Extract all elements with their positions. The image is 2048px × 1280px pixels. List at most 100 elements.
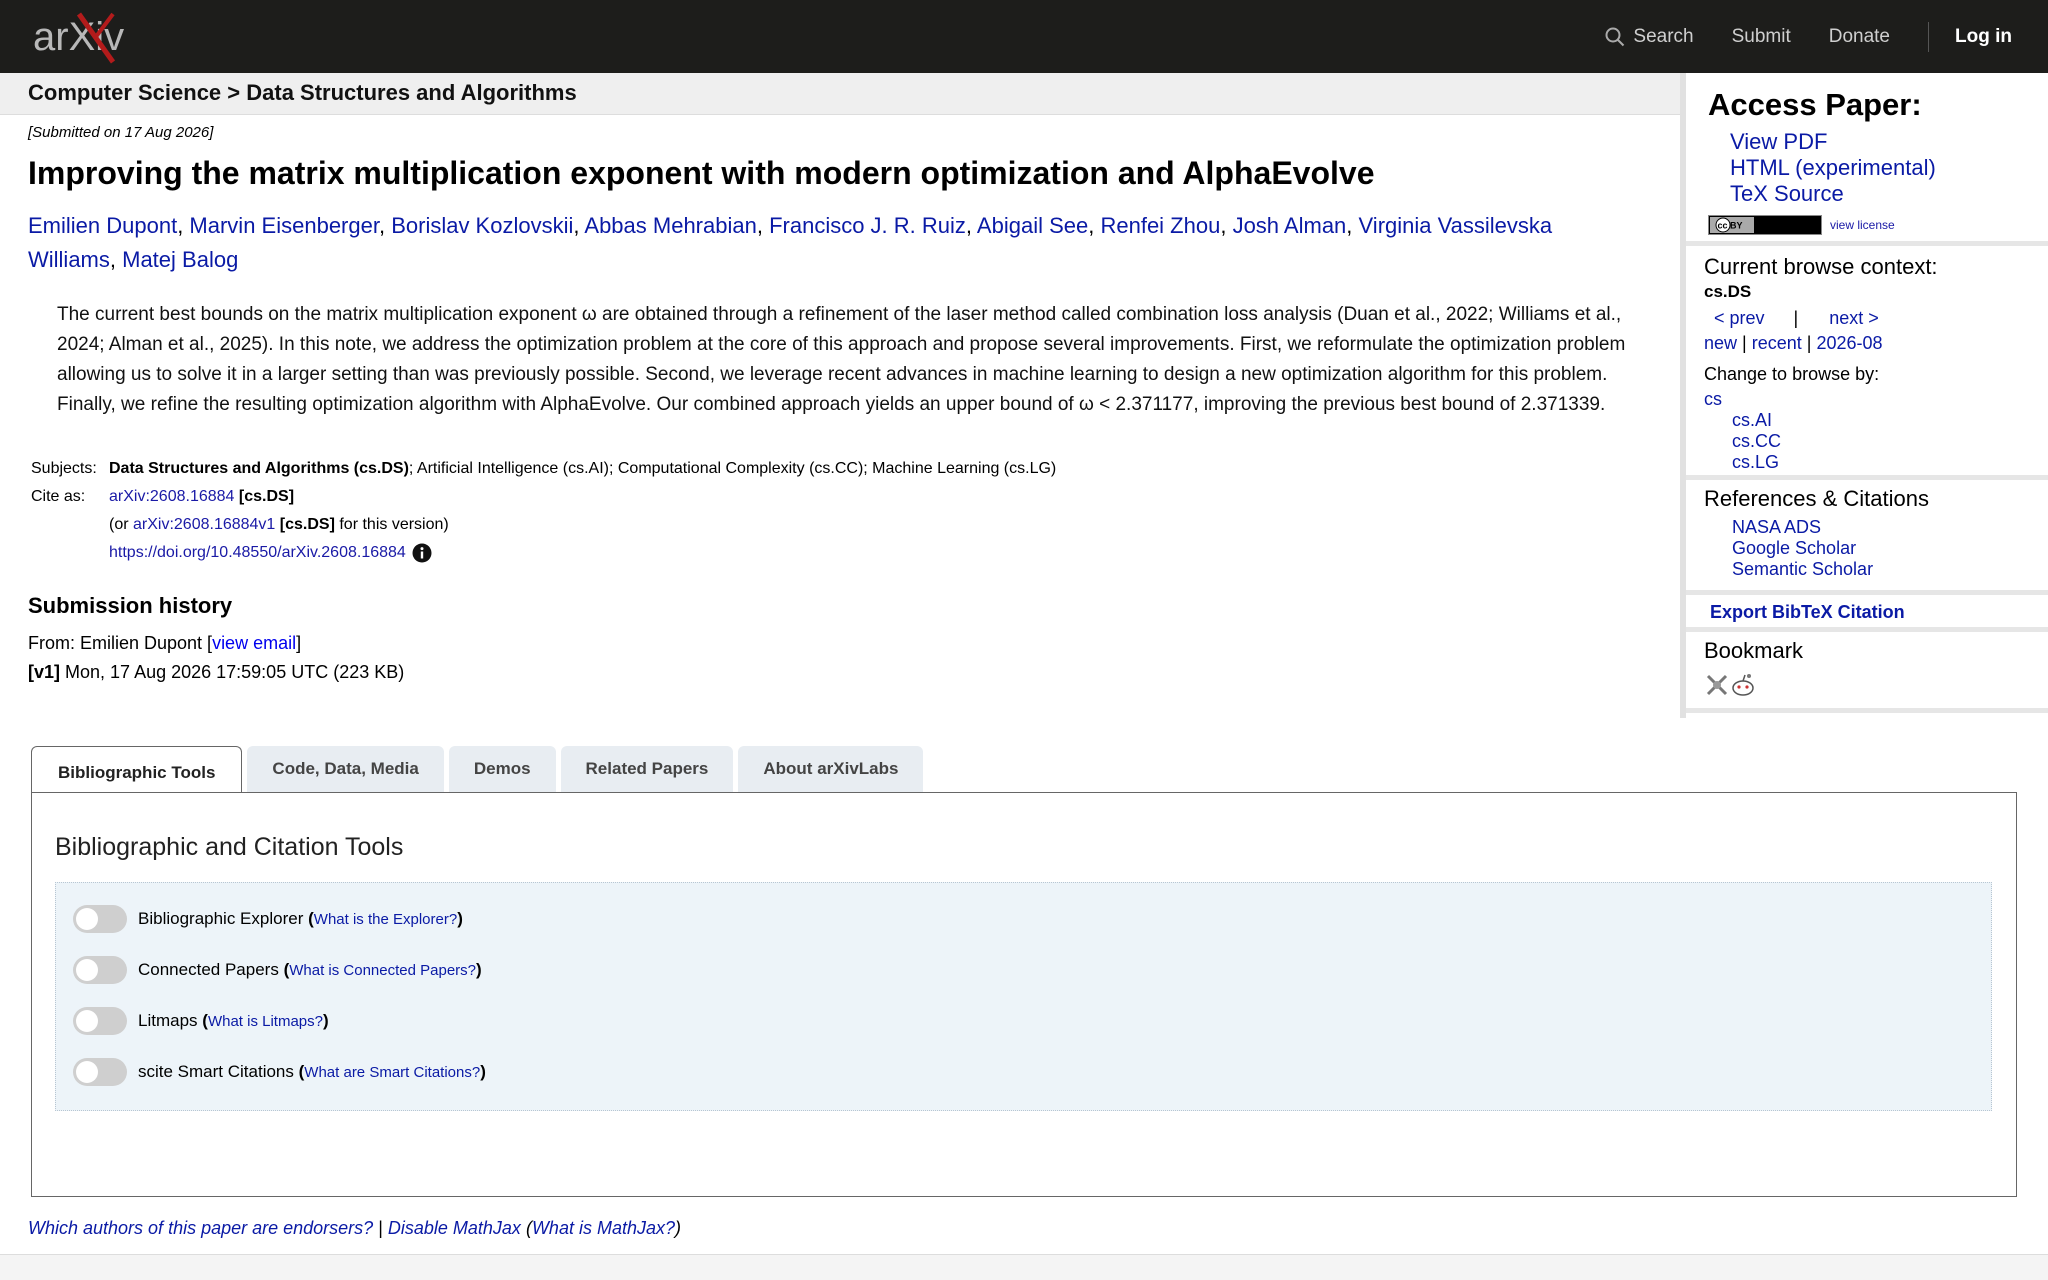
cite-row: Cite as: arXiv:2608.16884 [cs.DS]	[28, 483, 1648, 511]
view-email-link[interactable]: view email	[212, 633, 296, 653]
author-link[interactable]: Renfei Zhou	[1100, 213, 1220, 238]
abstract: The current best bounds on the matrix mu…	[57, 304, 1626, 415]
access-paper-title: Access Paper:	[1708, 87, 1922, 122]
tab-code-data-media[interactable]: Code, Data, Media	[247, 746, 444, 792]
bookmark-box: Bookmark	[1686, 632, 2048, 713]
author-link[interactable]: Abbas Mehrabian	[584, 213, 756, 238]
tab-bibliographic-tools[interactable]: Bibliographic Tools	[31, 746, 243, 793]
author-link[interactable]: Matej Balog	[122, 247, 238, 272]
prev-next-nav: < prev | next >	[1704, 308, 2048, 329]
litmaps-help-link[interactable]: What is Litmaps?	[208, 1013, 323, 1030]
labs-tabs: Bibliographic Tools Code, Data, Media De…	[31, 746, 928, 793]
disable-mathjax-link[interactable]: Disable MathJax	[388, 1218, 521, 1238]
author-link[interactable]: Borislav Kozlovskii	[391, 213, 573, 238]
browse-cs-link[interactable]: cs	[1704, 389, 1722, 409]
author-list: Emilien Dupont, Marvin Eisenberger, Bori…	[28, 213, 1553, 272]
bottom-strip	[0, 1254, 2048, 1280]
prev-link[interactable]: < prev	[1714, 308, 1765, 328]
cite-version-value: (or arXiv:2608.16884v1 [cs.DS] for this …	[109, 516, 449, 533]
connected-papers-toggle[interactable]	[73, 956, 127, 984]
new-link[interactable]: new	[1704, 333, 1737, 353]
browse-cs-lg-link[interactable]: cs.LG	[1732, 452, 2048, 473]
listing-links: new | recent | 2026-08	[1704, 333, 1883, 353]
access-links: View PDF HTML (experimental) TeX Source	[1730, 129, 2048, 207]
tab-demos[interactable]: Demos	[448, 746, 556, 792]
explorer-help-link[interactable]: What is the Explorer?	[314, 911, 457, 928]
author-link[interactable]: Josh Alman	[1233, 213, 1347, 238]
breadcrumb-bar: Computer Science > Data Structures and A…	[0, 73, 1680, 115]
browse-context-title: Current browse context:	[1704, 254, 1938, 279]
panel-title: Bibliographic and Citation Tools	[55, 833, 404, 861]
month-link[interactable]: 2026-08	[1816, 333, 1882, 353]
tab-panel: Bibliographic and Citation Tools Bibliog…	[31, 792, 2017, 1197]
view-pdf-link[interactable]: View PDF	[1730, 129, 2048, 155]
semantic-scholar-link[interactable]: Semantic Scholar	[1732, 559, 2048, 580]
tex-source-link[interactable]: TeX Source	[1730, 181, 2048, 207]
toggle-row-connected-papers: Connected Papers (What is Connected Pape…	[73, 956, 482, 984]
export-bibtex-link[interactable]: Export BibTeX Citation	[1710, 602, 1905, 622]
submitted-date: [Submitted on 17 Aug 2026]	[28, 124, 214, 141]
html-link[interactable]: HTML (experimental)	[1730, 155, 2048, 181]
toggle-row-scite: scite Smart Citations (What are Smart Ci…	[73, 1058, 486, 1086]
litmaps-toggle[interactable]	[73, 1007, 127, 1035]
browse-cs-cc-link[interactable]: cs.CC	[1732, 431, 2048, 452]
scite-toggle[interactable]	[73, 1058, 127, 1086]
paper-title: Improving the matrix multiplication expo…	[28, 155, 1375, 191]
info-icon[interactable]	[412, 543, 432, 563]
cite-version-row: (or arXiv:2608.16884v1 [cs.DS] for this …	[28, 511, 1648, 539]
scite-help-link[interactable]: What are Smart Citations?	[304, 1064, 480, 1081]
tab-about-arxivlabs[interactable]: About arXivLabs	[738, 746, 924, 792]
connected-papers-help-link[interactable]: What is Connected Papers?	[289, 962, 476, 979]
top-nav: Search Submit Donate Log in	[1605, 0, 2048, 73]
author-link[interactable]: Emilien Dupont	[28, 213, 177, 238]
donate-link[interactable]: Donate	[1829, 26, 1890, 48]
reddit-icon[interactable]	[1730, 672, 1756, 698]
doi-link[interactable]: https://doi.org/10.48550/arXiv.2608.1688…	[109, 544, 406, 561]
bookmark-icons	[1704, 672, 2048, 698]
explorer-toggle[interactable]	[73, 905, 127, 933]
search-link[interactable]: Search	[1605, 25, 1694, 48]
search-icon	[1605, 27, 1625, 46]
author-link[interactable]: Marvin Eisenberger	[189, 213, 379, 238]
tab-related-papers[interactable]: Related Papers	[560, 746, 734, 792]
svg-text:arXiv: arXiv	[33, 15, 124, 59]
from-line: From: Emilien Dupont [view email]	[28, 633, 302, 653]
endorsers-link[interactable]: Which authors of this paper are endorser…	[28, 1218, 373, 1238]
bibsonomy-icon[interactable]	[1704, 672, 1730, 698]
doi-value: https://doi.org/10.48550/arXiv.2608.1688…	[109, 539, 432, 567]
subjects-value: Data Structures and Algorithms (cs.DS); …	[109, 455, 1056, 483]
cite-value: arXiv:2608.16884 [cs.DS]	[109, 483, 294, 511]
author-link[interactable]: Abigail See	[977, 213, 1088, 238]
version-tag: [v1]	[28, 662, 61, 682]
svg-text:cc BY: cc BY	[1718, 221, 1743, 231]
cite-version-link[interactable]: arXiv:2608.16884v1	[133, 516, 275, 533]
toggle-row-litmaps: Litmaps (What is Litmaps?)	[73, 1007, 329, 1035]
litmaps-label: Litmaps	[138, 1011, 198, 1030]
cc-by-license-icon[interactable]: cc BY	[1708, 215, 1822, 235]
main-content: [Submitted on 17 Aug 2026] Improving the…	[28, 115, 1648, 687]
search-label: Search	[1633, 25, 1694, 47]
access-paper-box: Access Paper: View PDF HTML (experimenta…	[1686, 73, 2048, 246]
nasa-ads-link[interactable]: NASA ADS	[1732, 517, 2048, 538]
license-row: cc BY view license	[1708, 215, 2048, 235]
browse-cs-ai-link[interactable]: cs.AI	[1732, 410, 2048, 431]
recent-link[interactable]: recent	[1752, 333, 1802, 353]
subjects-row: Subjects: Data Structures and Algorithms…	[28, 455, 1648, 483]
browse-context-code: cs.DS	[1704, 282, 1752, 301]
toggle-row-explorer: Bibliographic Explorer (What is the Expl…	[73, 905, 463, 933]
cite-id-link[interactable]: arXiv:2608.16884	[109, 488, 234, 505]
author-link[interactable]: Francisco J. R. Ruiz	[769, 213, 966, 238]
what-is-mathjax-link[interactable]: What is MathJax?	[532, 1218, 675, 1238]
arxiv-logo[interactable]: arXiv	[33, 10, 163, 66]
explorer-label: Bibliographic Explorer	[138, 909, 304, 928]
view-license-link[interactable]: view license	[1830, 218, 1895, 232]
footer-links: Which authors of this paper are endorser…	[28, 1218, 681, 1238]
login-link[interactable]: Log in	[1955, 26, 2012, 48]
submit-link[interactable]: Submit	[1732, 26, 1791, 48]
google-scholar-link[interactable]: Google Scholar	[1732, 538, 2048, 559]
submission-history-title: Submission history	[28, 593, 233, 618]
cite-tag: [cs.DS]	[238, 488, 295, 505]
top-bar: arXiv Search Submit Donate Log in	[0, 0, 2048, 73]
next-link[interactable]: next >	[1829, 308, 1879, 328]
sidebar: Access Paper: View PDF HTML (experimenta…	[1680, 73, 2048, 718]
